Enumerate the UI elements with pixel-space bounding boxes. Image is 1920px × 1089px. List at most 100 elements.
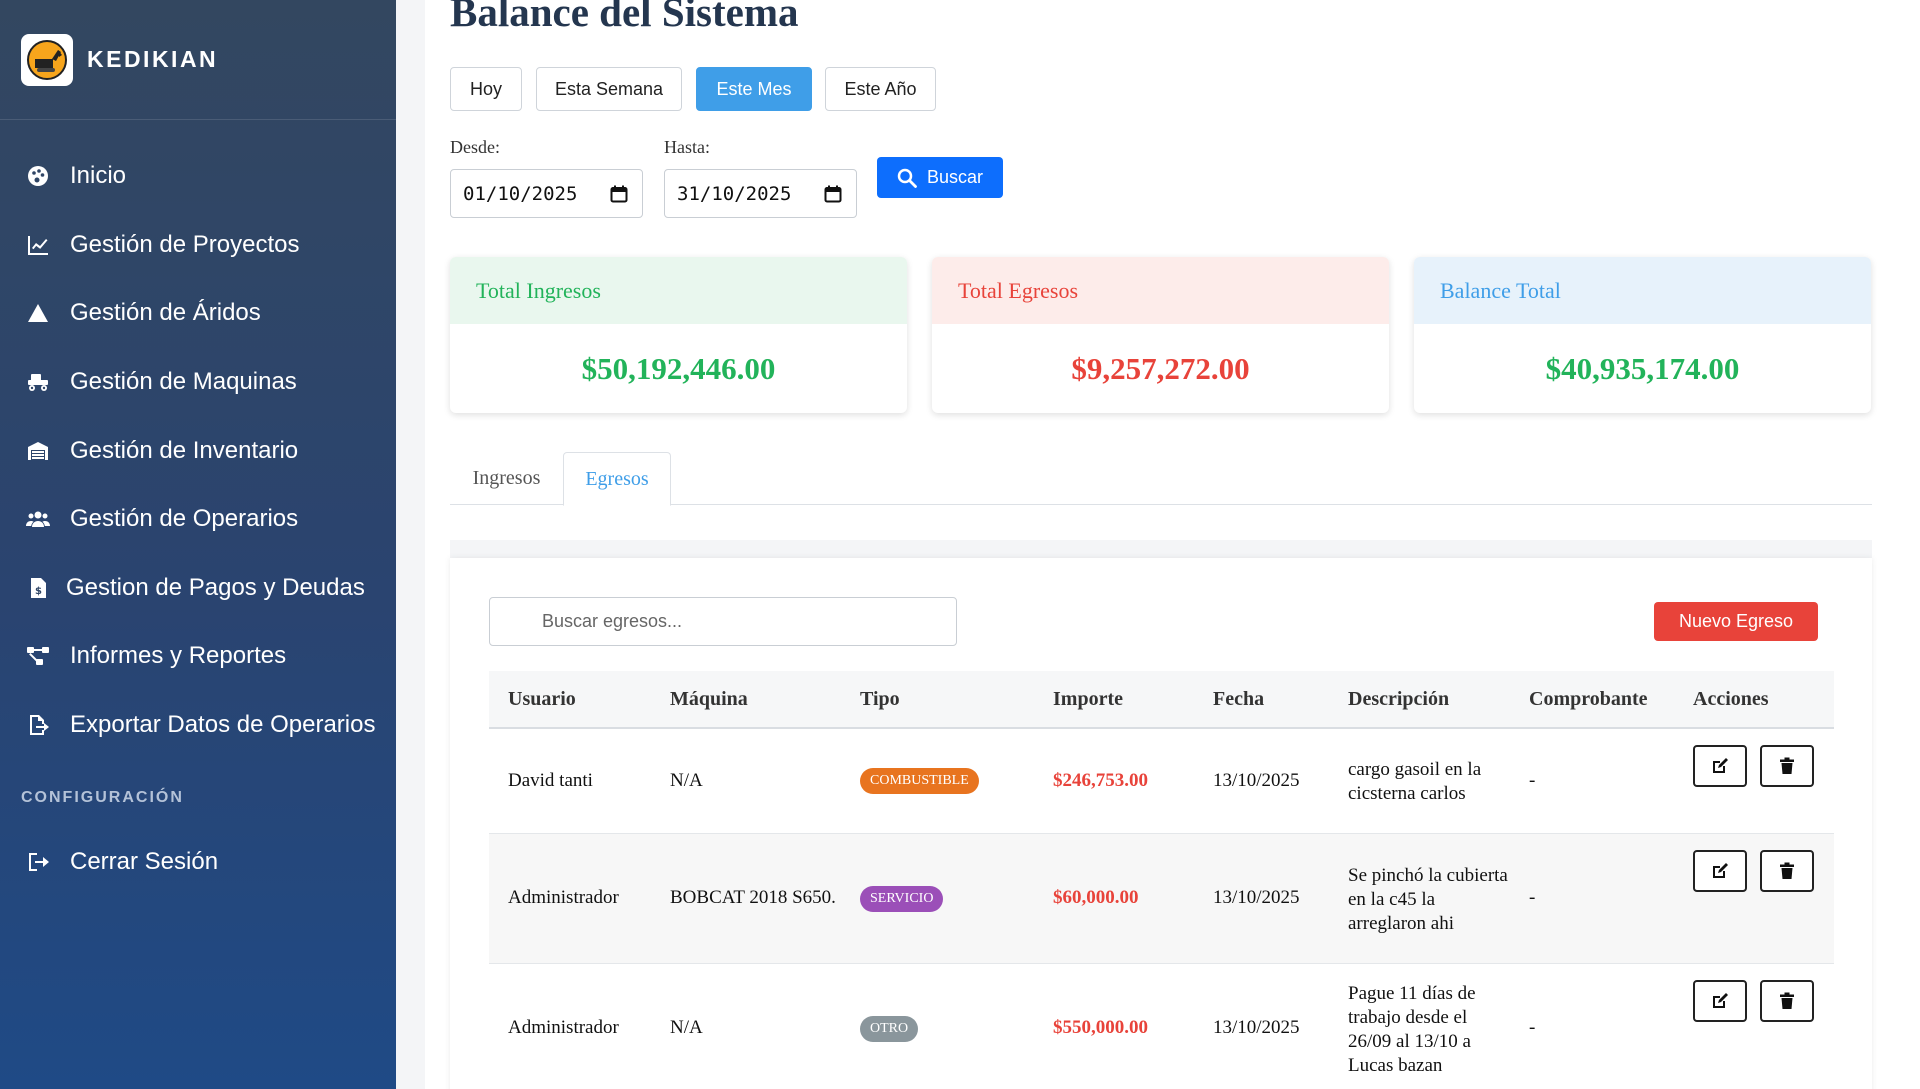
page-title: Balance del Sistema: [450, 0, 799, 35]
cell-fecha: 13/10/2025: [1213, 1017, 1300, 1038]
content-panel: Balance del Sistema Hoy Esta Semana Este…: [425, 0, 1920, 1089]
cell-acciones: [1674, 833, 1834, 963]
buscar-label: Buscar: [926, 167, 984, 187]
column-header: Fecha: [1213, 687, 1265, 710]
delete-button[interactable]: [1759, 849, 1814, 892]
cell-fecha: 13/10/2025: [1213, 769, 1300, 791]
column-header: Importe: [1053, 687, 1123, 710]
period-hoy-button[interactable]: Hoy: [450, 67, 522, 111]
mountain-icon: [24, 299, 52, 327]
column-header: Comprobante: [1529, 687, 1648, 710]
table-row: Administrador N/A OTRO $550,000.00 13/10…: [489, 963, 1834, 1089]
column-header: Tipo: [860, 687, 900, 710]
total-ingresos-card: Total Ingresos $50,192,446.00: [450, 257, 907, 413]
logout-label: Cerrar Sesión: [70, 847, 219, 875]
desde-label: Desde:: [450, 137, 500, 157]
tabs: Ingresos Egresos: [450, 452, 1872, 506]
sidebar-item-label: Inicio: [70, 162, 127, 190]
cell-descripcion: Se pinchó la cubierta en la c45 la arreg…: [1348, 864, 1508, 934]
cell-usuario: Administrador: [508, 887, 619, 908]
edit-button[interactable]: [1693, 979, 1747, 1022]
sidebar-item-inicio[interactable]: Inicio: [0, 142, 396, 211]
sidebar-item-inventario[interactable]: Gestión de Inventario: [0, 416, 396, 485]
buscar-button[interactable]: Buscar: [877, 157, 1003, 198]
delete-button[interactable]: [1759, 979, 1814, 1022]
edit-icon: [1713, 862, 1728, 878]
hasta-date-input[interactable]: 31/10/2025: [664, 169, 857, 218]
table-row: Administrador BOBCAT 2018 S650. SERVICIO…: [489, 833, 1834, 963]
period-anio-button[interactable]: Este Año: [825, 67, 936, 111]
cell-comprobante: -: [1529, 1017, 1536, 1038]
sidebar-item-label: Gestión de Proyectos: [70, 230, 300, 258]
sidebar-item-maquinas[interactable]: Gestión de Maquinas: [0, 348, 396, 417]
calendar-icon[interactable]: [824, 185, 842, 203]
brand-logo: [21, 33, 73, 86]
svg-text:$: $: [35, 586, 42, 597]
calendar-icon[interactable]: [610, 185, 628, 203]
sidebar-item-label: Gestión de Inventario: [70, 436, 299, 464]
sidebar-nav: Inicio Gestión de Proyectos Gestión de Á…: [0, 120, 396, 759]
tipo-badge: COMBUSTIBLE: [860, 768, 979, 795]
edit-icon: [1713, 992, 1728, 1008]
edit-icon: [1713, 758, 1728, 773]
tipo-badge: OTRO: [860, 1015, 919, 1042]
trash-icon: [1779, 862, 1794, 879]
section-title-configuracion: CONFIGURACIÓN: [21, 789, 184, 807]
sidebar-item-label: Exportar Datos de Operarios: [70, 711, 376, 739]
cell-fecha: 13/10/2025: [1213, 887, 1300, 908]
cell-maquina: N/A: [670, 769, 703, 791]
column-header: Máquina: [670, 687, 748, 710]
brand-name: KEDIKIAN: [87, 46, 219, 72]
sidebar-item-exportar[interactable]: Exportar Datos de Operarios: [0, 691, 396, 760]
palette-icon: [24, 162, 52, 190]
search-egresos-input[interactable]: Buscar egresos...: [489, 597, 957, 646]
sidebar-item-label: Gestión de Maquinas: [70, 368, 297, 396]
sidebar-item-informes[interactable]: Informes y Reportes: [0, 622, 396, 691]
sidebar-item-label: Gestión de Áridos: [70, 299, 261, 327]
sidebar-item-operarios[interactable]: Gestión de Operarios: [0, 485, 396, 554]
cell-usuario: David tanti: [508, 769, 593, 791]
sidebar-item-pagos[interactable]: $ Gestion de Pagos y Deudas: [0, 554, 396, 623]
period-semana-button[interactable]: Esta Semana: [536, 67, 682, 111]
trash-icon: [1779, 757, 1794, 774]
column-header: Acciones: [1693, 687, 1769, 710]
sidebar-item-aridos[interactable]: Gestión de Áridos: [0, 279, 396, 348]
brand: KEDIKIAN: [0, 0, 396, 120]
cell-tipo: COMBUSTIBLE: [841, 728, 1034, 833]
trash-icon: [1779, 992, 1794, 1009]
search-icon: [897, 168, 917, 188]
cell-acciones: [1674, 728, 1834, 833]
desde-date-input[interactable]: 01/10/2025: [450, 169, 643, 218]
card-value: $40,935,174.00: [1545, 350, 1740, 386]
tab-egresos[interactable]: Egresos: [563, 452, 671, 506]
edit-button[interactable]: [1693, 745, 1747, 787]
cell-importe: $60,000.00: [1053, 887, 1139, 908]
sign-out-icon: [24, 848, 52, 876]
table-header-row: Usuario Máquina Tipo Importe Fecha Descr…: [489, 671, 1834, 728]
cell-tipo: OTRO: [841, 963, 1034, 1089]
nuevo-egreso-button[interactable]: Nuevo Egreso: [1654, 602, 1818, 641]
cell-importe: $246,753.00: [1053, 769, 1148, 791]
cell-descripcion: Pague 11 días de trabajo desde el 26/09 …: [1348, 982, 1476, 1076]
tab-ingresos[interactable]: Ingresos: [450, 452, 563, 505]
project-diagram-icon: [24, 642, 52, 670]
sidebar-item-label: Gestion de Pagos y Deudas: [66, 573, 365, 601]
cell-acciones: [1674, 963, 1834, 1089]
logout-button[interactable]: Cerrar Sesión: [0, 827, 396, 896]
main-area: Balance del Sistema Hoy Esta Semana Este…: [396, 0, 1920, 1089]
sidebar-item-proyectos[interactable]: Gestión de Proyectos: [0, 211, 396, 280]
invoice-dollar-icon: $: [24, 574, 52, 602]
period-mes-button[interactable]: Este Mes: [696, 67, 812, 111]
cell-descripcion: cargo gasoil en la cicsterna carlos: [1348, 759, 1482, 805]
card-title: Total Egresos: [932, 257, 1389, 324]
chart-line-icon: [24, 231, 52, 259]
edit-button[interactable]: [1693, 849, 1747, 892]
egresos-panel: Buscar egresos... Nuevo Egreso Usuario M…: [450, 558, 1872, 1089]
card-title: Total Ingresos: [450, 257, 907, 324]
file-export-icon: [24, 711, 52, 739]
truck-icon: [24, 368, 52, 396]
excavator-logo-icon: [27, 39, 67, 80]
delete-button[interactable]: [1759, 745, 1814, 787]
desde-date-value: 01/10/2025: [463, 182, 578, 205]
total-egresos-card: Total Egresos $9,257,272.00: [932, 257, 1389, 413]
